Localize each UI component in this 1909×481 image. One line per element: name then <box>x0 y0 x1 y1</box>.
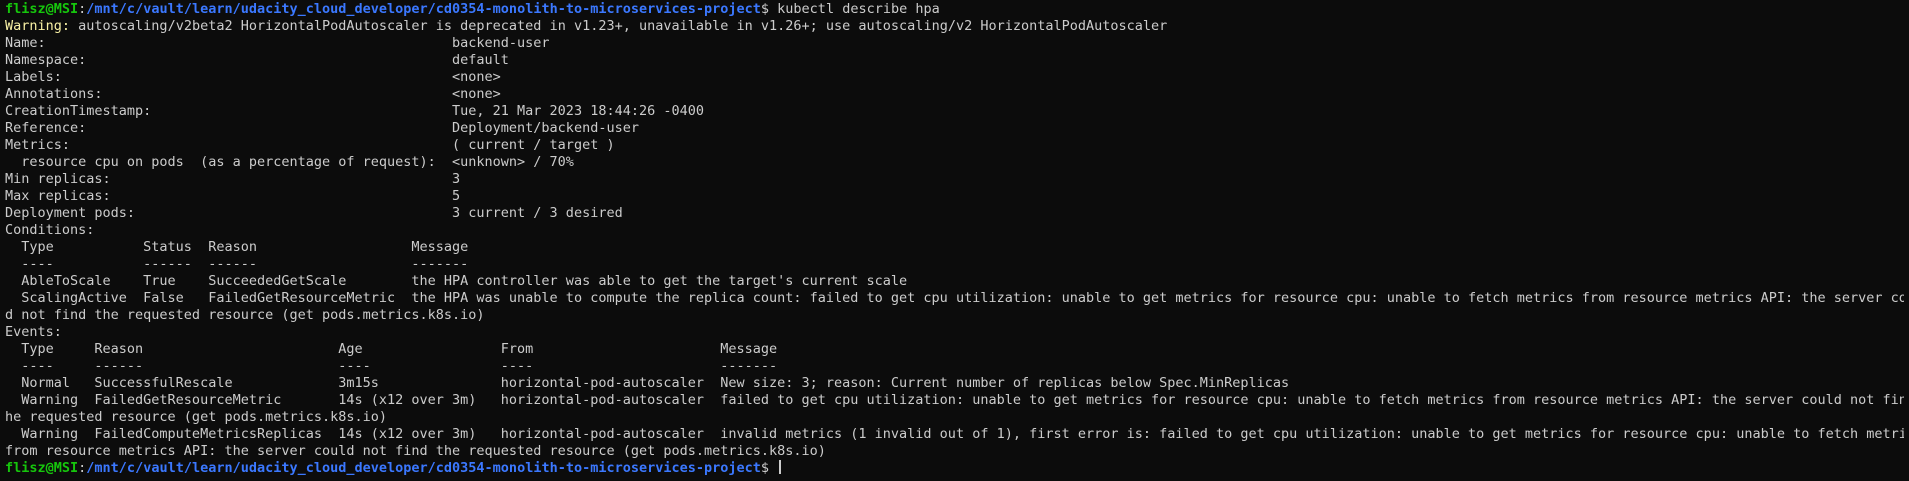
warning-text: autoscaling/v2beta2 HorizontalPodAutosca… <box>70 18 1168 34</box>
output-line: ScalingActive False FailedGetResourceMet… <box>5 290 1904 306</box>
prompt-user-host: flisz@MSI <box>5 1 79 17</box>
output-line: Labels: <none> <box>5 69 501 85</box>
output-line: Type Status Reason Message <box>5 239 469 255</box>
output-line: Annotations: <none> <box>5 86 501 102</box>
output-line: Normal SuccessfulRescale 3m15s horizonta… <box>5 375 1290 391</box>
prompt-user-host: flisz@MSI <box>5 460 79 476</box>
command-prompt-line: flisz@MSI:/mnt/c/vault/learn/udacity_clo… <box>5 1 1904 18</box>
output-line: Conditions: <box>5 222 95 238</box>
output-line: Max replicas: 5 <box>5 188 461 204</box>
output-line: Deployment pods: 3 current / 3 desired <box>5 205 623 221</box>
output-line: CreationTimestamp: Tue, 21 Mar 2023 18:4… <box>5 103 704 119</box>
output-line: Metrics: ( current / target ) <box>5 137 615 153</box>
output-line: Namespace: default <box>5 52 509 68</box>
prompt-path: /mnt/c/vault/learn/udacity_cloud_develop… <box>86 1 761 17</box>
output-line: ---- ------ ------ ------- <box>5 256 469 272</box>
warning-line: Warning: autoscaling/v2beta2 HorizontalP… <box>5 18 1904 35</box>
output-line: resource cpu on pods (as a percentage of… <box>5 154 574 170</box>
output-line: AbleToScale True SucceededGetScale the H… <box>5 273 908 289</box>
output-line: ---- ------ ---- ---- ------- <box>5 358 778 374</box>
warning-label: Warning: <box>5 18 71 34</box>
output-line: Type Reason Age From Message <box>5 341 778 357</box>
output-line: Name: backend-user <box>5 35 550 51</box>
output-line: from resource metrics API: the server co… <box>5 443 826 459</box>
output-line: d not find the requested resource (get p… <box>5 307 485 323</box>
prompt-path: /mnt/c/vault/learn/udacity_cloud_develop… <box>86 460 761 476</box>
prompt-symbol: $ <box>760 460 778 476</box>
active-prompt-line[interactable]: flisz@MSI:/mnt/c/vault/learn/udacity_clo… <box>5 460 1904 477</box>
output-line: he requested resource (get pods.metrics.… <box>5 409 388 425</box>
text-cursor <box>779 460 782 474</box>
command-output: Name: backend-user Namespace: default Labe… <box>5 35 1904 460</box>
output-line: Events: <box>5 324 62 340</box>
terminal-window[interactable]: flisz@MSI:/mnt/c/vault/learn/udacity_clo… <box>0 0 1909 481</box>
command-text: kubectl describe hpa <box>777 1 940 17</box>
output-line: Warning FailedComputeMetricsReplicas 14s… <box>5 426 1904 442</box>
output-line: Reference: Deployment/backend-user <box>5 120 639 136</box>
output-line: Min replicas: 3 <box>5 171 461 187</box>
output-line: Warning FailedGetResourceMetric 14s (x12… <box>5 392 1904 408</box>
prompt-symbol: $ <box>760 1 778 17</box>
